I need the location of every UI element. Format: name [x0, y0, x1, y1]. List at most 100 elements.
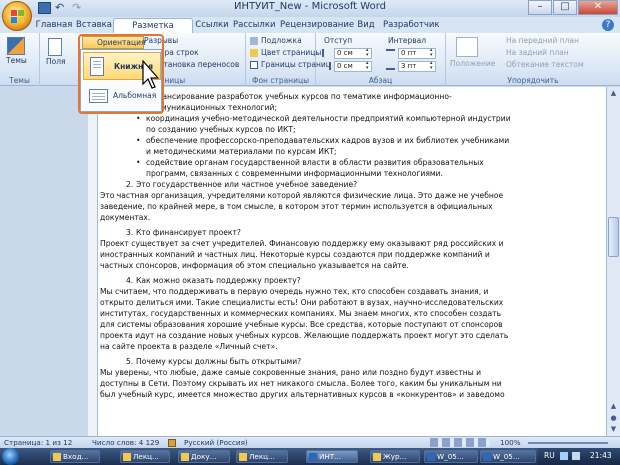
watermark-icon	[250, 37, 258, 45]
indent-left-field[interactable]: 0 см	[334, 48, 372, 59]
status-bar: Страница: 1 из 12 Число слов: 4 129 Русс…	[0, 436, 620, 448]
help-icon[interactable]: ?	[602, 19, 614, 31]
taskbar-item[interactable]: W_05...	[424, 450, 478, 463]
tray-network-icon[interactable]	[560, 452, 568, 460]
question-text: Почему курсы должны быть открытыми?	[136, 357, 302, 366]
question-text: Это государственное или частное учебное …	[136, 180, 358, 189]
indent-label: Отступ	[324, 36, 353, 45]
spacing-before-icon	[386, 49, 395, 57]
word-window: ↶ ↷ ИНТУИТ_New - Microsoft Word – □ ✕ Гл…	[0, 0, 620, 465]
tab-insert[interactable]: Вставка	[76, 18, 112, 33]
next-page-icon[interactable]: ▼	[608, 424, 619, 435]
word-count[interactable]: Число слов: 4 129	[92, 438, 159, 447]
taskbar-item[interactable]: Лекц...	[120, 450, 170, 463]
taskbar-item[interactable]: Доку...	[178, 450, 230, 463]
minimize-button[interactable]: –	[528, 0, 552, 15]
language-indicator[interactable]: Русский (Россия)	[184, 438, 248, 447]
spacing-before-field[interactable]: 0 пт	[398, 48, 436, 59]
list-item: содействие органам государственной власт…	[112, 157, 512, 179]
undo-icon[interactable]: ↶	[55, 2, 68, 14]
arrange-group-label: Упорядочить	[507, 76, 559, 85]
taskbar: Вход... Лекц... Доку... Лекц... ИНТ... Ж…	[0, 448, 620, 465]
orientation-button[interactable]: Ориентация	[82, 36, 146, 49]
spacing-after-field[interactable]: 3 пт	[398, 61, 436, 72]
save-icon[interactable]	[38, 2, 51, 14]
input-language[interactable]: RU	[544, 451, 555, 460]
page-color-icon	[250, 49, 258, 57]
answer-paragraph: Это частная организация, учредителями ко…	[100, 191, 504, 222]
themes-icon[interactable]	[7, 37, 25, 55]
page-borders-icon	[250, 61, 258, 69]
position-button[interactable]: Положение	[450, 59, 495, 68]
close-button[interactable]: ✕	[578, 0, 618, 15]
zoom-level[interactable]: 100%	[500, 438, 521, 447]
taskbar-item[interactable]: Лекц...	[236, 450, 288, 463]
taskbar-item-label: Лекц...	[249, 452, 275, 461]
zoom-slider[interactable]	[528, 442, 608, 444]
send-to-back-button[interactable]: На задний план	[506, 48, 569, 57]
vertical-ruler	[88, 87, 98, 436]
view-buttons[interactable]	[430, 438, 490, 447]
page-counter[interactable]: Страница: 1 из 12	[4, 438, 72, 447]
answer-paragraph: Проект существует за счет учредителей. Ф…	[100, 239, 504, 270]
portrait-page-icon	[90, 57, 104, 76]
themes-group-label: Темы	[9, 76, 30, 85]
question-number: 4.	[126, 276, 134, 285]
tab-review[interactable]: Рецензирование	[280, 18, 354, 33]
question-item: 2. Это государственное или частное учебно…	[102, 179, 512, 190]
prev-page-icon[interactable]: ▲	[608, 401, 619, 412]
page-color-button[interactable]: Цвет страницы	[261, 48, 321, 57]
themes-button[interactable]: Темы	[6, 56, 27, 65]
clock[interactable]: 21:43	[590, 451, 612, 460]
tab-references[interactable]: Ссылки	[195, 18, 229, 33]
document-page[interactable]: финансирование разработок учебных курсов…	[98, 87, 606, 436]
tab-mailings[interactable]: Рассылки	[233, 18, 275, 33]
taskbar-item-label: Доку...	[191, 452, 217, 461]
tab-home[interactable]: Главная	[34, 18, 74, 33]
text-wrapping-button[interactable]: Обтекание текстом	[506, 60, 584, 69]
tab-page-layout[interactable]: Разметка страницы	[113, 18, 193, 45]
start-button[interactable]	[2, 448, 19, 465]
redo-icon[interactable]: ↷	[72, 2, 85, 14]
vertical-scrollbar[interactable]: ▲ ▲ ● ▼	[606, 87, 620, 436]
taskbar-item-label: ИНТ...	[319, 452, 342, 461]
answer-paragraph: Мы уверены, что любые, даже самые сокров…	[100, 368, 505, 399]
breaks-button[interactable]: Разрывы	[144, 36, 178, 45]
arrange-group: Положение На передний план На задний пла…	[446, 33, 620, 86]
taskbar-item[interactable]: Жур...	[370, 450, 420, 463]
tray-volume-icon[interactable]	[572, 452, 580, 460]
taskbar-item-active[interactable]: ИНТ...	[306, 450, 358, 463]
paragraph-group-label: Абзац	[368, 76, 393, 85]
document-body[interactable]: финансирование разработок учебных курсов…	[100, 91, 512, 400]
question-item: 5. Почему курсы должны быть открытыми?	[102, 356, 512, 367]
maximize-button[interactable]: □	[553, 0, 577, 15]
vertical-ruler-area	[0, 87, 98, 436]
taskbar-item[interactable]: W_05...	[480, 450, 536, 463]
scroll-thumb[interactable]	[608, 217, 619, 257]
scroll-up-icon[interactable]: ▲	[608, 88, 619, 99]
taskbar-item[interactable]: Вход...	[50, 450, 100, 463]
landscape-page-icon	[89, 89, 108, 103]
question-number: 3.	[126, 228, 134, 237]
system-tray: RU 21:43	[538, 448, 620, 465]
tab-view[interactable]: Вид	[354, 18, 378, 33]
indent-left-icon	[322, 49, 331, 57]
paragraph-group: Отступ Интервал 0 см 0 см 0 пт 3 пт Абза…	[316, 33, 446, 86]
select-browse-object-icon[interactable]: ●	[608, 413, 619, 424]
list-item: координация учебно-методической деятельн…	[112, 113, 512, 135]
indent-right-field[interactable]: 0 см	[334, 61, 372, 72]
watermark-button[interactable]: Подложка	[261, 36, 302, 45]
tab-developer[interactable]: Разработчик	[383, 18, 440, 33]
list-item: финансирование разработок учебных курсов…	[112, 91, 512, 113]
margins-button[interactable]: Поля	[46, 57, 66, 66]
proofing-icon[interactable]	[168, 439, 176, 447]
bring-to-front-button[interactable]: На передний план	[506, 36, 579, 45]
margins-icon[interactable]	[48, 38, 62, 56]
office-button[interactable]	[2, 1, 32, 31]
taskbar-item-label: Лекц...	[133, 452, 159, 461]
question-text: Кто финансирует проект?	[136, 228, 241, 237]
page-background-group: Подложка Цвет страницы Границы страниц Ф…	[246, 33, 331, 86]
taskbar-item-label: Вход...	[63, 452, 89, 461]
question-number: 2.	[126, 180, 134, 189]
mouse-cursor-icon	[142, 60, 160, 89]
